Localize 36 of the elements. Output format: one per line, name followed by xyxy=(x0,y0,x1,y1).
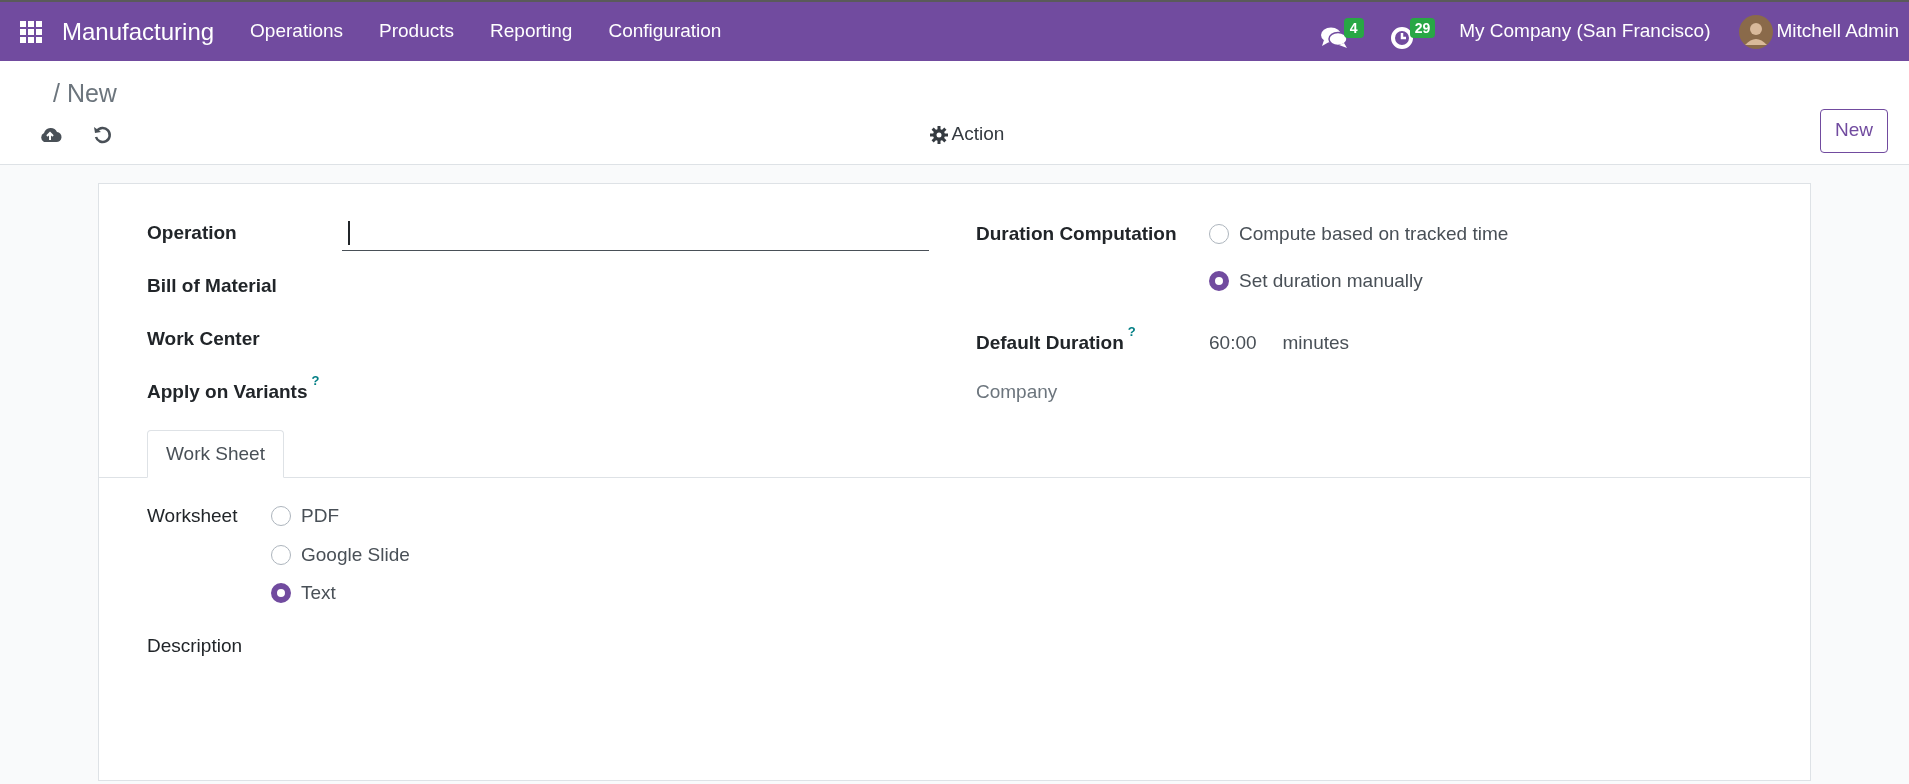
radio-button[interactable] xyxy=(1209,224,1229,245)
new-button[interactable]: New xyxy=(1820,108,1888,153)
radio-option[interactable]: Text xyxy=(271,579,410,608)
field-label: Duration Computation xyxy=(976,222,1178,246)
breadcrumb: / New xyxy=(53,79,117,107)
duration-value[interactable]: 60:00 xyxy=(1209,329,1257,358)
company-switcher[interactable]: My Company (San Francisco) xyxy=(1459,17,1711,46)
field-label: Work Center xyxy=(147,327,261,352)
field-label: Company xyxy=(976,379,1059,404)
duration-unit: minutes xyxy=(1282,331,1350,355)
field-label: Worksheet xyxy=(147,504,239,528)
field-label: Operation xyxy=(147,221,238,246)
radio-button[interactable] xyxy=(271,583,291,604)
tab[interactable]: Work Sheet xyxy=(147,430,284,478)
avatar-icon xyxy=(1738,14,1773,49)
radio-option[interactable]: Google Slide xyxy=(271,540,410,569)
gear-icon xyxy=(929,125,948,144)
radio-option[interactable]: Compute based on tracked time xyxy=(1209,220,1509,249)
menu-item[interactable]: Configuration xyxy=(608,17,722,46)
menu-item[interactable]: Operations xyxy=(250,17,344,46)
apps-menu-icon[interactable] xyxy=(20,20,42,43)
activity-count-badge: 29 xyxy=(1409,17,1436,38)
radio-option[interactable]: PDF xyxy=(271,502,410,531)
app-name[interactable]: Manufacturing xyxy=(62,13,215,50)
radio-button[interactable] xyxy=(271,506,291,527)
field-label: Description xyxy=(146,633,244,658)
radio-button[interactable] xyxy=(1209,270,1229,291)
menu-item[interactable]: Reporting xyxy=(490,17,573,46)
message-count-badge: 4 xyxy=(1343,17,1364,38)
field-label: Bill of Material xyxy=(147,274,278,299)
radio-option[interactable]: Set duration manually xyxy=(1209,266,1509,295)
action-button[interactable]: Action xyxy=(929,120,1005,149)
menu-item[interactable]: Products xyxy=(379,17,455,46)
radio-button[interactable] xyxy=(271,544,291,565)
user-menu[interactable]: Mitchell Admin xyxy=(1738,14,1899,49)
clock-icon[interactable] xyxy=(1389,25,1414,50)
